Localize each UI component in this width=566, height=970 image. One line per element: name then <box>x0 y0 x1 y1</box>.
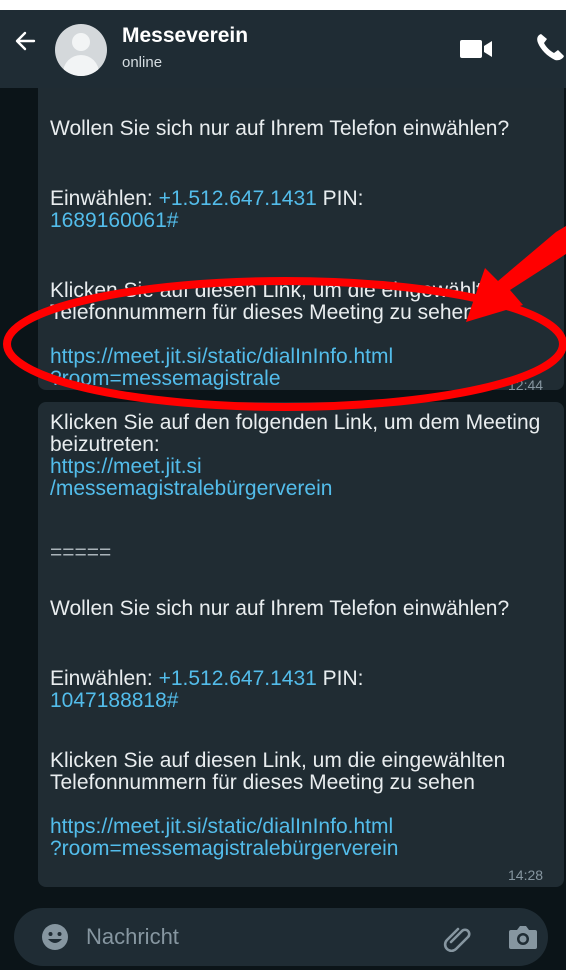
dial-number-link[interactable]: +1.512.647.1431 <box>159 667 317 690</box>
message-timestamp: 14:28 <box>508 867 544 883</box>
message-link-text: Klicken Sie auf diesen Link, um die eing… <box>50 749 511 794</box>
avatar[interactable] <box>55 24 107 76</box>
chat-header: Messeverein online <box>0 10 566 88</box>
join-url-line-1[interactable]: https://meet.jit.si <box>50 456 556 478</box>
pin-link[interactable]: 1047188818# <box>50 690 556 712</box>
join-url-line-2[interactable]: /messemagistralebürgerverein <box>50 478 556 500</box>
message-composer[interactable]: Nachricht <box>14 908 548 966</box>
chat-screen: Messeverein online Wollen Sie sich nur a… <box>0 10 566 970</box>
video-call-icon[interactable] <box>460 38 494 60</box>
contact-status: online <box>122 54 163 71</box>
emoji-icon[interactable] <box>40 922 70 952</box>
message-bubble-2[interactable]: Klicken Sie auf den folgenden Link, um d… <box>38 402 564 887</box>
separator-text: ===== <box>50 541 112 564</box>
dialin-url-line-1[interactable]: https://meet.jit.si/static/dialInInfo.ht… <box>50 816 556 838</box>
voice-call-icon[interactable] <box>535 32 566 62</box>
message-timestamp: 12:44 <box>508 377 544 393</box>
message-intro: Wollen Sie sich nur auf Ihrem Telefon ei… <box>50 597 510 620</box>
camera-icon[interactable] <box>508 923 538 951</box>
dial-in-line: Einwählen: +1.512.647.1431 PIN: <box>50 667 364 690</box>
pin-link[interactable]: 1689160061# <box>50 210 556 232</box>
join-text: Klicken Sie auf den folgenden Link, um d… <box>50 411 547 456</box>
message-link-text: Klicken Sie auf diesen Link, um die eing… <box>50 279 511 324</box>
dialin-url-line-2[interactable]: ?room=messemagistralebürgerverein <box>50 838 556 860</box>
message-input[interactable]: Nachricht <box>86 924 179 950</box>
dial-in-line: Einwählen: +1.512.647.1431 PIN: <box>50 187 364 210</box>
dialin-url-line-1[interactable]: https://meet.jit.si/static/dialInInfo.ht… <box>50 346 556 368</box>
message-bubble-1[interactable]: Wollen Sie sich nur auf Ihrem Telefon ei… <box>38 88 564 393</box>
dial-number-link[interactable]: +1.512.647.1431 <box>159 187 317 210</box>
attach-icon[interactable] <box>442 922 472 952</box>
dialin-url-line-2[interactable]: ?room=messemagistrale <box>50 368 556 390</box>
contact-name[interactable]: Messeverein <box>122 24 248 48</box>
back-arrow-icon[interactable] <box>14 30 36 52</box>
message-intro: Wollen Sie sich nur auf Ihrem Telefon ei… <box>50 117 510 140</box>
